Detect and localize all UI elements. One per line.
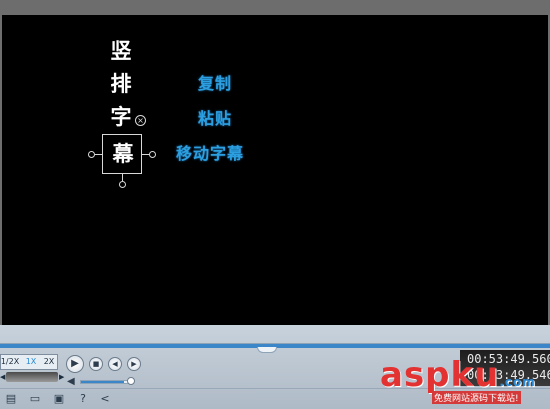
volume-knob[interactable] bbox=[127, 377, 135, 385]
left-handle-line bbox=[95, 154, 102, 155]
speed-2x[interactable]: 2X bbox=[40, 355, 58, 369]
subtitle-selection-box[interactable]: 幕 bbox=[102, 134, 142, 174]
video-area[interactable]: 竖 排 字 幕 × 复制 粘贴 移动字幕 bbox=[2, 15, 548, 325]
menu-item-move-subtitle[interactable]: 移动字幕 bbox=[176, 140, 244, 164]
progress-handle[interactable] bbox=[257, 347, 277, 353]
watermark-logo: aspku.com bbox=[380, 355, 536, 395]
resize-handle-bottom[interactable] bbox=[119, 181, 126, 188]
forward-arrow-icon[interactable]: ▶ bbox=[59, 372, 64, 382]
speed-half[interactable]: 1/2X bbox=[0, 355, 20, 369]
volume-icon[interactable]: ◀ bbox=[67, 377, 75, 387]
menu-item-copy[interactable]: 复制 bbox=[198, 70, 232, 94]
help-icon[interactable]: ? bbox=[76, 393, 90, 405]
bottom-handle-line bbox=[122, 174, 123, 181]
volume-fill bbox=[81, 381, 124, 383]
subtitle-char-2: 排 bbox=[110, 71, 132, 96]
right-handle-line bbox=[142, 154, 149, 155]
open-folder-icon[interactable]: ▭ bbox=[28, 393, 42, 405]
stop-icon[interactable]: ■ bbox=[89, 357, 103, 371]
new-file-icon[interactable]: ▤ bbox=[4, 393, 18, 405]
prev-icon[interactable]: ◀ bbox=[108, 357, 122, 371]
share-icon[interactable]: < bbox=[98, 393, 112, 405]
save-icon[interactable]: ▣ bbox=[52, 393, 66, 405]
rewind-arrow-icon[interactable]: ◀ bbox=[0, 372, 5, 382]
speed-1x[interactable]: 1X bbox=[22, 355, 40, 369]
volume-slider[interactable] bbox=[80, 380, 132, 384]
watermark-tld: .com bbox=[499, 375, 536, 389]
menu-item-paste[interactable]: 粘贴 bbox=[198, 105, 232, 129]
watermark-text: aspku bbox=[380, 355, 500, 395]
speed-slider[interactable] bbox=[6, 372, 58, 382]
resize-handle-left[interactable] bbox=[88, 151, 95, 158]
close-icon[interactable]: × bbox=[135, 115, 146, 126]
subtitle-char-4: 幕 bbox=[112, 141, 134, 166]
subtitle-char-1: 竖 bbox=[110, 38, 132, 63]
play-icon[interactable]: ▶ bbox=[66, 355, 84, 373]
title-bar bbox=[0, 0, 550, 15]
resize-handle-right[interactable] bbox=[149, 151, 156, 158]
next-icon[interactable]: ▶ bbox=[127, 357, 141, 371]
subtitle-char-3: 字 bbox=[110, 104, 132, 129]
watermark-subtext: 免费网站源码下载站! bbox=[432, 391, 521, 404]
